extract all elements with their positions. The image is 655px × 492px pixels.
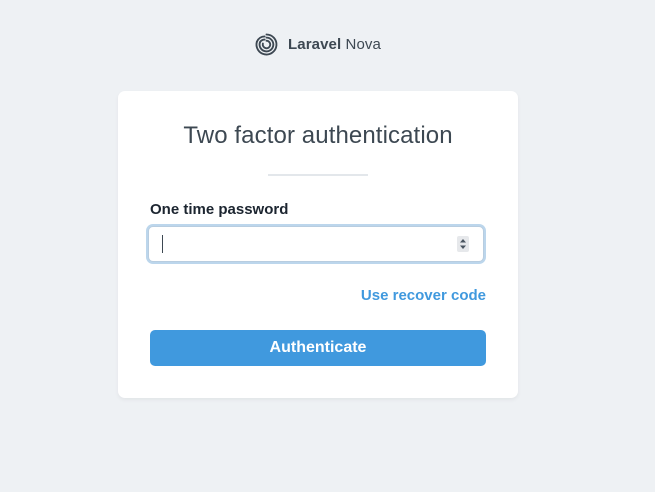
logo-brand: Laravel (288, 35, 342, 53)
logo-text: Laravel Nova (288, 36, 381, 53)
auth-card: Two factor authentication One time passw… (118, 91, 518, 398)
authenticate-button[interactable]: Authenticate (150, 330, 486, 366)
laravel-nova-swirl-icon (255, 33, 278, 55)
title-divider (268, 174, 368, 176)
app-logo: Laravel Nova (254, 31, 381, 57)
stepper-arrows-icon (460, 239, 466, 249)
number-stepper[interactable] (457, 236, 469, 252)
logo-product: Nova (345, 35, 381, 53)
otp-input[interactable] (149, 227, 473, 261)
otp-field-label: One time password (150, 201, 289, 218)
page-title: Two factor authentication (183, 122, 453, 149)
otp-input-wrapper[interactable] (148, 226, 484, 262)
text-cursor (162, 235, 163, 253)
use-recover-code-link[interactable]: Use recover code (361, 287, 486, 304)
